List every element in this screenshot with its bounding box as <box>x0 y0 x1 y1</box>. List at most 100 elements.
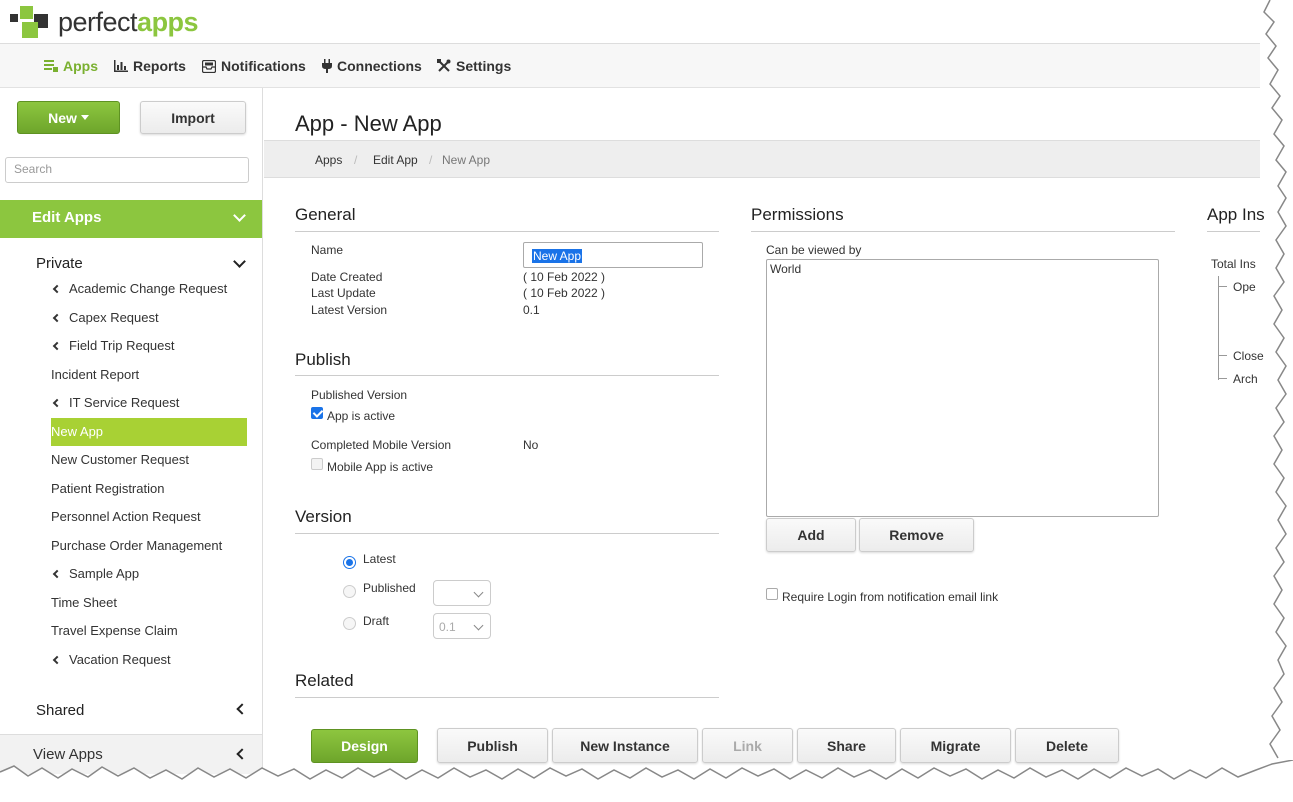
tree-line <box>1218 378 1227 379</box>
sidebar-app-label: Sample App <box>69 566 140 581</box>
version-heading: Version <box>295 507 352 526</box>
chevron-down-icon[interactable] <box>233 255 246 268</box>
date-created-value: ( 10 Feb 2022 ) <box>523 270 606 284</box>
link-button[interactable]: Link <box>702 728 793 763</box>
draft-version-select[interactable]: 0.1 <box>433 613 491 639</box>
divider <box>295 231 719 232</box>
divider <box>751 231 1175 232</box>
link-button-label: Link <box>733 737 762 754</box>
published-label: Published <box>363 581 416 595</box>
sidebar-app-label: Capex Request <box>69 310 159 325</box>
mobile-active-label: Mobile App is active <box>327 460 434 474</box>
page-title: App - New App <box>295 111 442 136</box>
archived-instances-label: Arch <box>1233 372 1258 386</box>
draft-label: Draft <box>363 614 390 628</box>
private-section-header[interactable]: Private <box>36 255 83 272</box>
breadcrumb-edit-app[interactable]: Edit App <box>373 153 418 167</box>
sidebar-app-label: Personnel Action Request <box>51 509 201 524</box>
completed-mobile-label: Completed Mobile Version <box>311 438 452 452</box>
nav-connections[interactable]: Connections <box>322 58 422 74</box>
sidebar-app-label: Purchase Order Management <box>51 538 223 553</box>
sidebar: New Import Search Edit Apps Private Acad… <box>0 88 263 802</box>
sidebar-app-item[interactable]: New App <box>51 418 247 446</box>
caret-down-icon <box>80 115 89 120</box>
total-instances-label: Total Ins <box>1211 257 1256 271</box>
latest-radio[interactable] <box>343 556 356 569</box>
draft-radio[interactable] <box>343 617 356 630</box>
list-item[interactable]: World <box>770 262 1155 276</box>
breadcrumb-separator: / <box>429 153 433 167</box>
sidebar-app-label: Incident Report <box>51 367 140 382</box>
sidebar-app-item[interactable]: Academic Change Request <box>51 275 247 303</box>
nav-reports[interactable]: Reports <box>114 58 186 74</box>
edit-apps-header[interactable]: Edit Apps <box>0 200 262 238</box>
nav-notifications[interactable]: Notifications <box>202 58 306 74</box>
sidebar-app-item[interactable]: Purchase Order Management <box>51 532 247 560</box>
general-heading: General <box>295 205 356 224</box>
sidebar-app-item[interactable]: Field Trip Request <box>51 332 247 360</box>
design-button[interactable]: Design <box>311 729 418 763</box>
app-active-label: App is active <box>327 409 396 423</box>
sidebar-app-item[interactable]: IT Service Request <box>51 389 247 417</box>
sidebar-app-item[interactable]: Incident Report <box>51 361 247 389</box>
share-button[interactable]: Share <box>797 728 896 763</box>
breadcrumb-apps[interactable]: Apps <box>315 153 342 167</box>
chevron-left-icon[interactable] <box>236 703 248 715</box>
search-input[interactable]: Search <box>5 157 249 183</box>
app-active-checkbox[interactable] <box>311 407 323 419</box>
publish-button[interactable]: Publish <box>437 728 548 763</box>
new-instance-button-label: New Instance <box>580 737 670 754</box>
divider <box>295 375 719 376</box>
remove-button[interactable]: Remove <box>859 518 974 552</box>
nav-apps[interactable]: Apps <box>44 58 98 74</box>
sidebar-app-item[interactable]: Sample App <box>51 560 247 588</box>
breadcrumb-current: New App <box>442 153 491 167</box>
migrate-button[interactable]: Migrate <box>900 728 1011 763</box>
chevron-down-icon <box>233 209 246 222</box>
nav-settings[interactable]: Settings <box>437 58 511 74</box>
sidebar-app-item[interactable]: Time Sheet <box>51 589 247 617</box>
breadcrumb-separator: / <box>354 153 358 167</box>
add-button[interactable]: Add <box>766 518 856 552</box>
require-login-checkbox[interactable] <box>766 588 778 600</box>
chevron-left-icon <box>236 748 248 760</box>
bar-chart-icon <box>114 60 128 72</box>
sidebar-app-label: Time Sheet <box>51 595 117 610</box>
published-radio[interactable] <box>343 585 356 598</box>
latest-version-value: 0.1 <box>523 303 540 317</box>
main-nav: Apps Reports Notifications Connections S… <box>0 44 1260 88</box>
shared-section-header[interactable]: Shared <box>36 702 84 719</box>
logo[interactable]: perfectapps <box>10 4 199 40</box>
new-button[interactable]: New <box>17 101 120 134</box>
nav-connections-label: Connections <box>337 58 422 74</box>
sidebar-app-item[interactable]: Patient Registration <box>51 475 247 503</box>
chevron-left-icon <box>52 655 62 665</box>
top-bar: perfectapps <box>0 0 1260 44</box>
published-version-label: Published Version <box>311 388 408 402</box>
viewers-listbox[interactable]: World <box>766 259 1159 517</box>
sidebar-app-item[interactable]: Capex Request <box>51 304 247 332</box>
sidebar-app-item[interactable]: New Customer Request <box>51 446 247 474</box>
open-instances-label: Ope <box>1233 280 1256 294</box>
edit-apps-label: Edit Apps <box>32 209 102 226</box>
divider <box>295 697 719 698</box>
sidebar-app-item[interactable]: Personnel Action Request <box>51 503 247 531</box>
date-created-label: Date Created <box>311 270 383 284</box>
sidebar-app-item[interactable]: Vacation Request <box>51 646 247 674</box>
sidebar-app-item[interactable]: Travel Expense Claim <box>51 617 247 645</box>
sidebar-app-label: Vacation Request <box>69 652 171 667</box>
torn-edge-right <box>1256 0 1293 770</box>
mobile-active-checkbox[interactable] <box>311 458 323 470</box>
name-input[interactable]: New App <box>523 242 703 268</box>
sidebar-app-label: New App <box>51 424 104 439</box>
new-instance-button[interactable]: New Instance <box>552 728 698 763</box>
delete-button[interactable]: Delete <box>1015 728 1119 763</box>
publish-heading: Publish <box>295 350 351 369</box>
import-button[interactable]: Import <box>140 101 246 134</box>
publish-button-label: Publish <box>467 737 518 754</box>
logo-mark-icon <box>10 4 54 40</box>
sidebar-app-label: IT Service Request <box>69 395 180 410</box>
nav-reports-label: Reports <box>133 58 186 74</box>
published-version-select[interactable] <box>433 580 491 606</box>
remove-button-label: Remove <box>889 527 944 543</box>
